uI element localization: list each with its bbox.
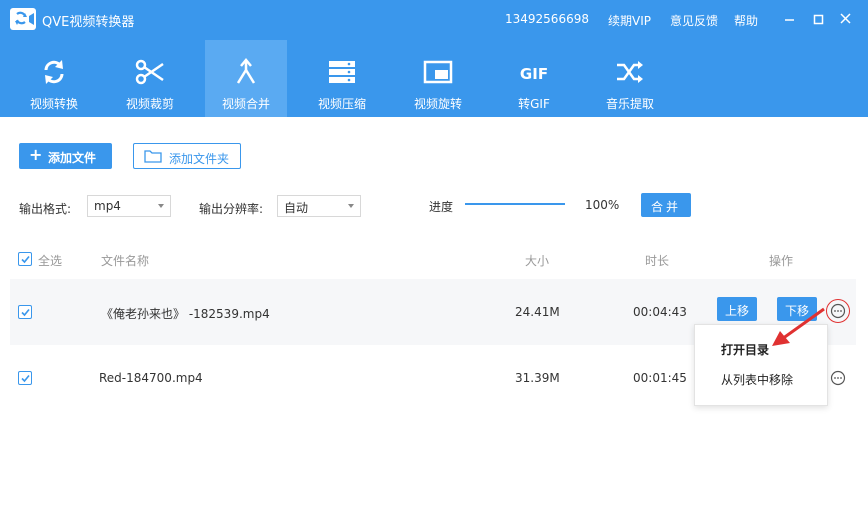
progress-bar bbox=[465, 203, 565, 205]
tab-video-merge[interactable]: 视频合并 bbox=[205, 40, 287, 117]
tab-video-rotate[interactable]: 视频旋转 bbox=[397, 40, 479, 117]
select-all-label: 全选 bbox=[38, 254, 63, 268]
move-up-label: 上移 bbox=[724, 304, 749, 318]
plus-icon: + bbox=[29, 145, 43, 164]
file-size: 31.39M bbox=[515, 371, 560, 385]
maximize-icon[interactable] bbox=[811, 11, 827, 27]
tab-label: 视频裁剪 bbox=[125, 97, 174, 111]
tab-label: 转GIF bbox=[518, 97, 550, 111]
file-duration: 00:01:45 bbox=[633, 371, 687, 385]
tab-to-gif[interactable]: GIF 转GIF bbox=[493, 40, 575, 117]
file-size: 24.41M bbox=[515, 305, 560, 319]
feedback-link[interactable]: 意见反馈 bbox=[670, 12, 718, 29]
output-resolution-select[interactable]: 自动 bbox=[277, 195, 361, 217]
tab-video-compress[interactable]: 视频压缩 bbox=[301, 40, 383, 117]
progress-label: 进度 bbox=[429, 200, 454, 214]
chevron-down-icon bbox=[348, 204, 354, 208]
app-title: QVE视频转换器 bbox=[42, 15, 135, 30]
file-duration: 00:04:43 bbox=[633, 305, 687, 319]
app-window: QVE视频转换器 13492566698 续期VIP 意见反馈 帮助 视频转换 … bbox=[0, 0, 868, 507]
output-resolution-label: 输出分辨率: bbox=[199, 202, 264, 216]
progress-value: 100% bbox=[585, 198, 620, 212]
column-header-name: 文件名称 bbox=[101, 254, 150, 268]
output-resolution-value: 自动 bbox=[284, 201, 309, 215]
annotation-circle bbox=[826, 299, 850, 323]
annotation-arrow-icon bbox=[770, 305, 828, 350]
gif-icon: GIF bbox=[518, 56, 550, 88]
tab-video-crop[interactable]: 视频裁剪 bbox=[109, 40, 191, 117]
tab-video-convert[interactable]: 视频转换 bbox=[13, 40, 95, 117]
renew-vip-link[interactable]: 续期VIP bbox=[608, 12, 651, 29]
minimize-icon[interactable] bbox=[782, 11, 798, 27]
add-file-label: 添加文件 bbox=[48, 151, 97, 165]
merge-button-label: 合并 bbox=[650, 200, 681, 214]
row-checkbox[interactable] bbox=[18, 371, 32, 385]
menu-item-label: 打开目录 bbox=[721, 343, 770, 357]
shuffle-icon bbox=[614, 56, 646, 88]
folder-icon bbox=[144, 149, 162, 166]
output-format-value: mp4 bbox=[94, 199, 121, 213]
move-up-button[interactable]: 上移 bbox=[717, 297, 757, 321]
rotate-icon bbox=[422, 56, 454, 88]
tab-audio-extract[interactable]: 音乐提取 bbox=[589, 40, 671, 117]
chevron-down-icon bbox=[158, 204, 164, 208]
add-folder-button[interactable]: 添加文件夹 bbox=[133, 143, 241, 169]
more-options-icon[interactable] bbox=[830, 370, 846, 386]
column-header-size: 大小 bbox=[525, 254, 550, 268]
compress-icon bbox=[326, 56, 358, 88]
menu-item-remove[interactable]: 从列表中移除 bbox=[695, 363, 829, 393]
tab-label: 视频压缩 bbox=[317, 97, 366, 111]
svg-text:GIF: GIF bbox=[520, 65, 548, 83]
output-format-label: 输出格式: bbox=[19, 202, 72, 216]
file-name: Red-184700.mp4 bbox=[99, 371, 203, 385]
title-bar: QVE视频转换器 13492566698 续期VIP 意见反馈 帮助 bbox=[0, 0, 868, 40]
menu-item-label: 从列表中移除 bbox=[721, 373, 794, 387]
column-header-duration: 时长 bbox=[645, 254, 670, 268]
select-all-checkbox[interactable] bbox=[18, 252, 32, 266]
add-folder-label: 添加文件夹 bbox=[169, 152, 230, 166]
feature-toolbar: 视频转换 视频裁剪 视频合并 视频压缩 视频旋转 GIF 转GIF 音乐提取 bbox=[0, 40, 868, 117]
tab-label: 视频合并 bbox=[221, 97, 270, 111]
close-icon[interactable] bbox=[838, 11, 854, 27]
output-format-select[interactable]: mp4 bbox=[87, 195, 171, 217]
merge-button[interactable]: 合并 bbox=[641, 193, 691, 217]
file-name: 《俺老孙来也》 -182539.mp4 bbox=[101, 307, 270, 321]
app-logo-icon bbox=[10, 8, 36, 30]
row-checkbox[interactable] bbox=[18, 305, 32, 319]
account-phone: 13492566698 bbox=[505, 12, 589, 26]
convert-icon bbox=[38, 56, 70, 88]
tab-label: 视频旋转 bbox=[413, 97, 462, 111]
add-file-button[interactable]: + 添加文件 bbox=[19, 143, 112, 169]
scissors-icon bbox=[134, 56, 166, 88]
help-link[interactable]: 帮助 bbox=[734, 12, 758, 29]
column-header-operation: 操作 bbox=[769, 254, 794, 268]
tab-label: 音乐提取 bbox=[605, 97, 654, 111]
tab-label: 视频转换 bbox=[29, 97, 78, 111]
merge-icon bbox=[230, 56, 262, 88]
